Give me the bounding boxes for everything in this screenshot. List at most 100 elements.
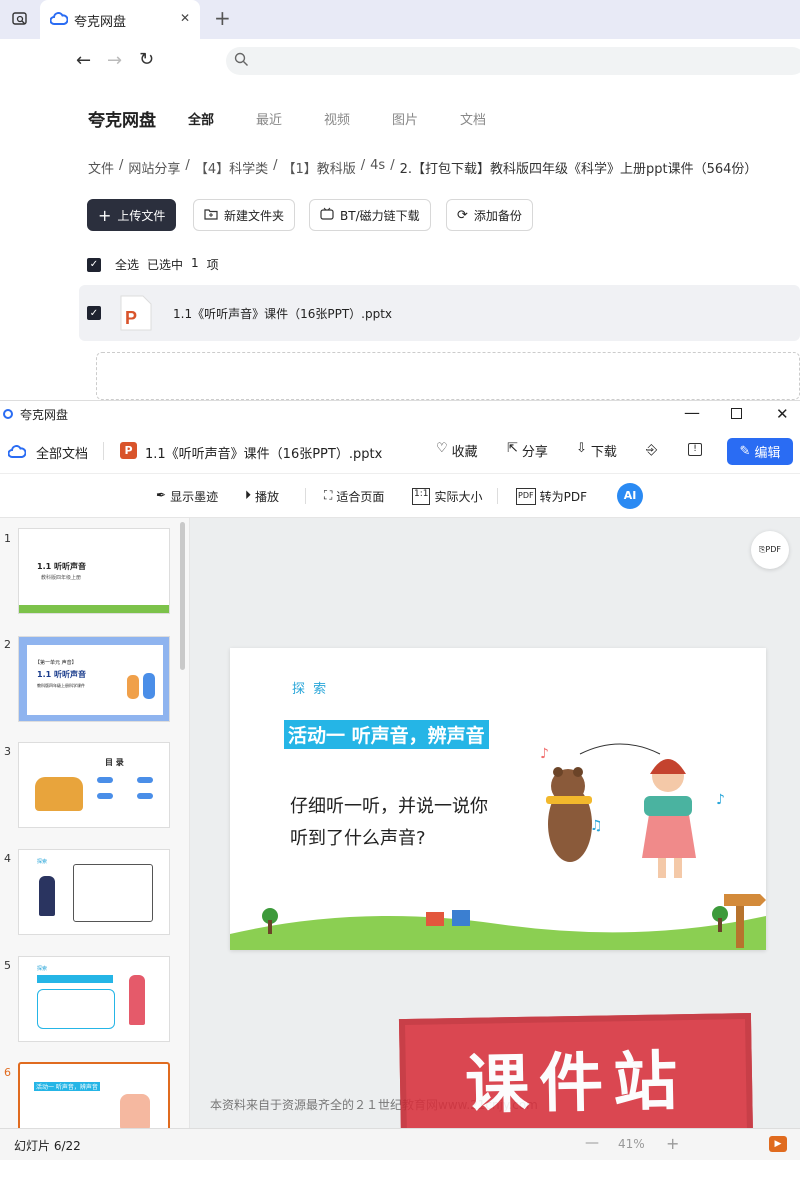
zoom-level: 41% (618, 1137, 645, 1151)
viewer-window-title: 夸克网盘 (20, 408, 69, 422)
slide-thumbnail-panel: 1 1.1 听听声音 教科版四年级上册 2 【第一单元 声音】 1.1 听听声音… (0, 518, 190, 1148)
zoom-in-icon[interactable]: + (666, 1134, 679, 1153)
actual-size-icon: 1:1 (412, 488, 431, 505)
download-button[interactable]: ⇩ 下载 (576, 441, 617, 460)
maximize-icon[interactable] (731, 408, 742, 419)
edit-button[interactable]: ✎ 编辑 (727, 438, 793, 465)
tab-recent[interactable]: 最近 (256, 109, 324, 128)
slide-thumbnail[interactable]: 【第一单元 声音】 1.1 听听声音 教科版四年级上册科学课件 (18, 636, 170, 722)
tab-video[interactable]: 视频 (324, 109, 392, 128)
tab-all[interactable]: 全部 (188, 109, 256, 128)
tab-close-icon[interactable]: ✕ (180, 11, 190, 25)
present-icon[interactable]: ▶ (769, 1136, 787, 1152)
new-folder-button[interactable]: 新建文件夹 (193, 199, 296, 231)
close-window-icon[interactable]: ✕ (776, 405, 789, 423)
select-all-row: ✓ 全选 已选中 1 项 (87, 256, 219, 273)
sync-icon: ⟳ (457, 207, 468, 223)
plus-icon: + (98, 205, 112, 225)
magnet-icon (320, 207, 334, 224)
share-icon: ⇱ (507, 441, 518, 456)
show-ink-button[interactable]: ✒ 显示墨迹 (156, 488, 218, 505)
doc-title: 1.1《听听声音》课件（16张PPT）.pptx (145, 447, 383, 462)
file-checkbox[interactable]: ✓ (87, 306, 101, 320)
fit-icon: ⛶ (324, 488, 333, 502)
actual-size-button[interactable]: 1:1 实际大小 (412, 488, 483, 505)
pptx-file-icon: P (119, 294, 153, 336)
open-external-icon[interactable]: ⎆ (646, 442, 657, 458)
reload-icon[interactable]: ↻ (139, 49, 154, 70)
slide-text-line2: 听到了什么声音? (290, 828, 426, 849)
stamp-text: 课件站 (464, 1045, 688, 1123)
thumbnail-scrollbar[interactable] (180, 522, 185, 670)
play-icon: ⏵ (245, 488, 252, 502)
bt-download-button[interactable]: BT/磁力链下载 (309, 199, 431, 231)
select-all-checkbox[interactable]: ✓ (87, 257, 101, 272)
svg-text:P: P (125, 308, 137, 328)
share-button[interactable]: ⇱ 分享 (507, 441, 548, 460)
drop-zone (96, 352, 800, 400)
add-backup-button[interactable]: ⟳ 添加备份 (446, 199, 533, 231)
slide-thumbnail[interactable]: 探索 (18, 956, 170, 1042)
to-pdf-button[interactable]: PDF 转为PDF (516, 488, 587, 505)
signpost-illustration (724, 894, 766, 948)
ai-assistant-icon[interactable]: AI (617, 483, 643, 509)
breadcrumb-item[interactable]: 4s (370, 158, 385, 177)
breadcrumb-item[interactable]: 文件 (88, 158, 114, 177)
ppt-badge-icon: P (120, 442, 137, 459)
slide-thumbnail[interactable]: 1.1 听听声音 教科版四年级上册 (18, 528, 170, 614)
pdf-convert-float-icon[interactable]: ⎘PDF (751, 531, 789, 569)
svg-text:♪: ♪ (716, 792, 725, 808)
download-icon: ⇩ (576, 441, 587, 456)
svg-text:♫: ♫ (590, 818, 603, 834)
new-tab-button[interactable]: + (214, 6, 231, 30)
singing-girl-bear-illustration: ♪ ♫ ♪ (540, 743, 725, 878)
quark-logo-icon (3, 409, 13, 419)
current-slide: 探 索 活动一 听声音，辨声音 仔细听一听，并说一说你 听到了什么声音? ♪ ♫… (230, 648, 766, 950)
slide-heading: 活动一 听声音，辨声音 (284, 720, 489, 749)
address-bar[interactable] (226, 47, 800, 75)
quark-cloud-icon (49, 11, 69, 31)
slide-canvas: ⎘PDF 探 索 活动一 听声音，辨声音 仔细听一听，并说一说你 听到了什么声音… (190, 518, 800, 1144)
file-row[interactable]: ✓ P 1.1《听听声音》课件（16张PPT）.pptx (79, 285, 800, 341)
breadcrumb-item[interactable]: 【4】科学类 (195, 158, 268, 177)
pen-icon: ✎ (739, 444, 751, 459)
folder-plus-icon (204, 208, 218, 223)
tab-search-icon[interactable] (10, 9, 30, 29)
search-icon (234, 52, 249, 71)
favorite-button[interactable]: ♡ 收藏 (436, 441, 478, 460)
viewer-toolbar: ✒ 显示墨迹 ⏵ 播放 ⛶ 适合页面 1:1 实际大小 PDF 转为PDF AI (0, 474, 800, 518)
zoom-out-icon[interactable]: — (585, 1135, 599, 1151)
browser-tab[interactable]: 夸克网盘 ✕ (40, 0, 200, 39)
viewer-title-bar: 夸克网盘 — ✕ (0, 400, 800, 428)
forward-arrow-icon[interactable]: → (107, 50, 122, 71)
breadcrumb-item[interactable]: 【1】教科版 (282, 158, 355, 177)
cloud-icon (7, 444, 27, 463)
heart-icon: ♡ (436, 441, 448, 456)
browser-tab-bar: 夸克网盘 ✕ + (0, 0, 800, 39)
minimize-icon[interactable]: — (684, 403, 700, 422)
quill-icon: ✒ (156, 488, 167, 502)
tab-image[interactable]: 图片 (392, 109, 460, 128)
breadcrumb: 文件 / 网站分享 / 【4】科学类 / 【1】教科版/ 4s/ 2.【打包下载】教科… (88, 158, 758, 177)
upload-button[interactable]: + 上传文件 (87, 199, 177, 231)
viewer-doc-bar: 全部文档 P 1.1《听听声音》课件（16张PPT）.pptx ♡ 收藏 ⇱ 分享 … (0, 428, 800, 474)
slide-thumbnail[interactable]: 探索 (18, 849, 170, 935)
fit-page-button[interactable]: ⛶ 适合页面 (324, 488, 384, 505)
svg-text:♪: ♪ (540, 746, 549, 762)
feedback-icon[interactable]: ! (688, 443, 702, 456)
courseware-stamp: 课件站 (398, 1012, 754, 1144)
breadcrumb-item[interactable]: 网站分享 (128, 158, 180, 177)
tab-doc[interactable]: 文档 (460, 109, 528, 128)
back-arrow-icon[interactable]: ← (76, 50, 91, 71)
category-tabs: 全部 最近 视频 图片 文档 (188, 109, 528, 128)
app-logo: 夸克网盘 (88, 111, 156, 131)
slide-text-line1: 仔细听一听，并说一说你 (290, 796, 488, 817)
play-button[interactable]: ⏵ 播放 (245, 488, 279, 505)
all-docs-link[interactable]: 全部文档 (36, 443, 88, 462)
slide-thumbnail[interactable]: 目 录 (18, 742, 170, 828)
file-name[interactable]: 1.1《听听声音》课件（16张PPT）.pptx (173, 305, 392, 322)
slide-counter: 幻灯片 6/22 (14, 1139, 81, 1153)
grass-village-illustration (230, 906, 766, 950)
tab-title: 夸克网盘 (74, 15, 127, 30)
status-bar: 幻灯片 6/22 — 41% + ▶ (0, 1128, 800, 1160)
